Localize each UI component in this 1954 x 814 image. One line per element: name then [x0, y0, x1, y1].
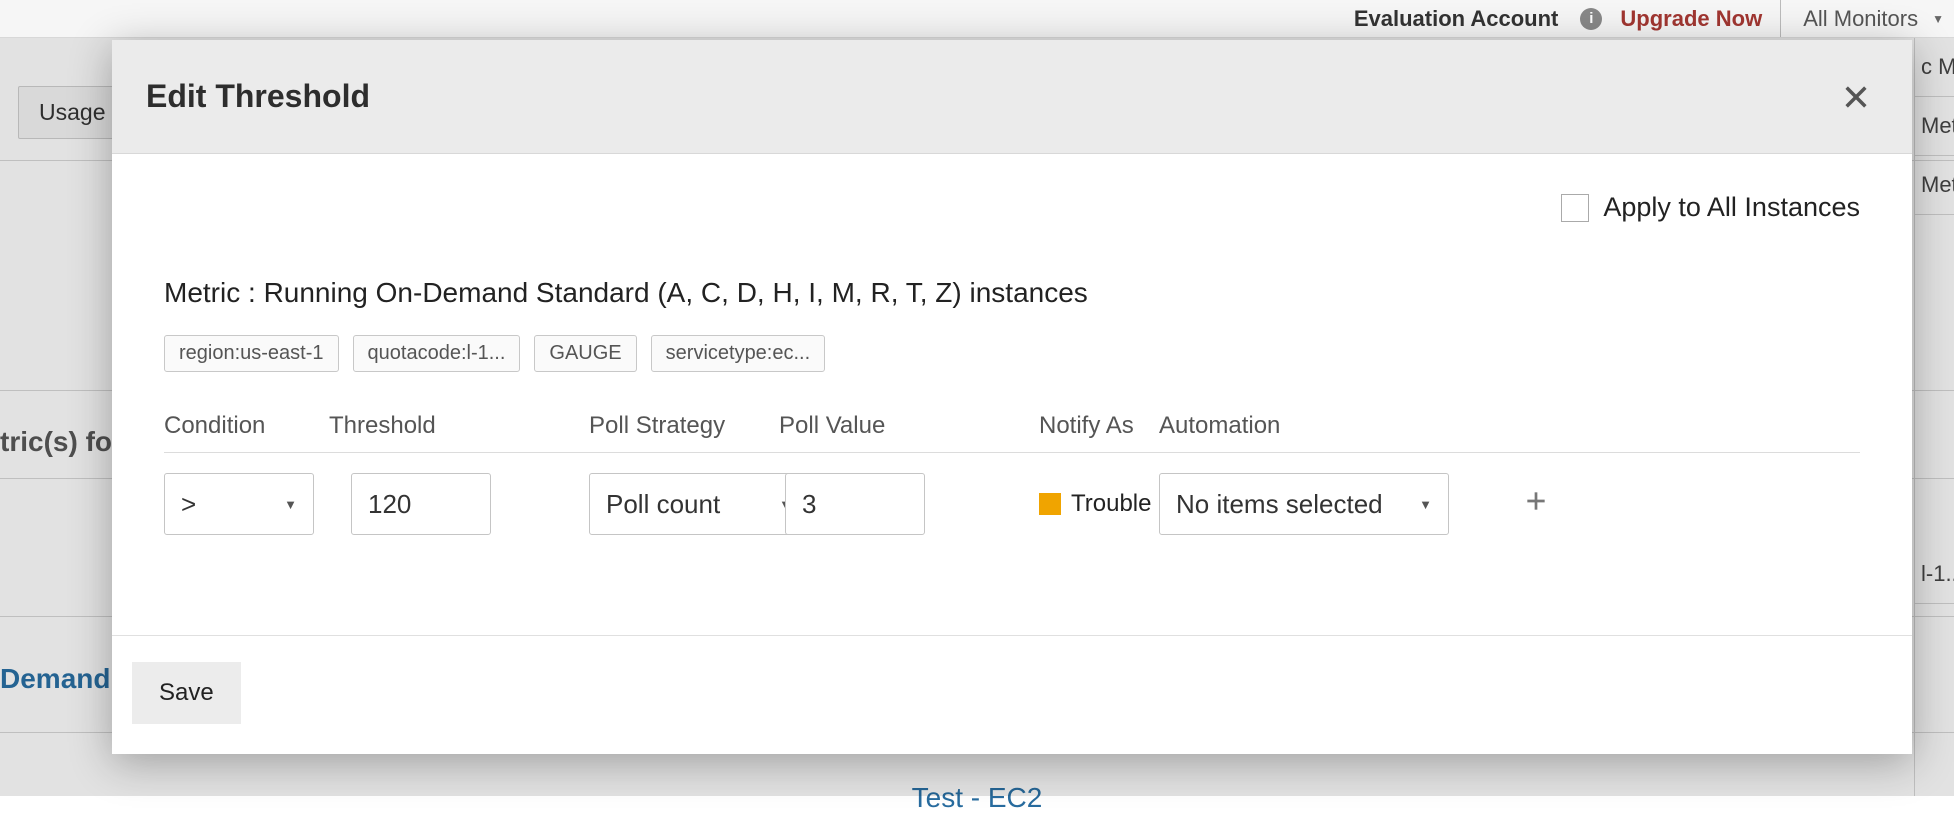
- metric-label-prefix: Metric :: [164, 277, 264, 308]
- tag-region[interactable]: region:us-east-1: [164, 335, 339, 372]
- right-item[interactable]: l-1...: [1915, 545, 1954, 604]
- apply-all-checkbox[interactable]: [1561, 194, 1589, 222]
- condition-select[interactable]: > ▼: [164, 473, 314, 535]
- close-button[interactable]: [1834, 75, 1878, 119]
- metric-title: Metric : Running On-Demand Standard (A, …: [164, 277, 1860, 309]
- chevron-down-icon: ▼: [284, 497, 297, 512]
- apply-all-label: Apply to All Instances: [1603, 192, 1860, 223]
- plus-icon: [1523, 488, 1549, 514]
- top-bar: Evaluation Account i Upgrade Now All Mon…: [0, 0, 1954, 38]
- right-item[interactable]: Met: [1915, 97, 1954, 156]
- tag-servicetype[interactable]: servicetype:ec...: [651, 335, 826, 372]
- save-button[interactable]: Save: [132, 662, 241, 724]
- modal-title: Edit Threshold: [146, 78, 370, 115]
- upgrade-link[interactable]: Upgrade Now: [1620, 6, 1762, 32]
- metric-tags: region:us-east-1 quotacode:l-1... GAUGE …: [164, 335, 1860, 372]
- usage-button[interactable]: Usage: [18, 86, 126, 139]
- threshold-input[interactable]: 120: [351, 473, 491, 535]
- threshold-row: > ▼ 120 Poll count ▼ 3 Trouble ▼ No items…: [164, 473, 1860, 535]
- tag-gauge[interactable]: GAUGE: [534, 335, 636, 372]
- poll-strategy-value: Poll count: [606, 489, 720, 520]
- modal-header: Edit Threshold: [112, 40, 1912, 154]
- chevron-down-icon: ▼: [1932, 12, 1944, 26]
- poll-strategy-select[interactable]: Poll count ▼: [589, 473, 809, 535]
- threshold-columns-header: Condition Threshold Poll Strategy Poll V…: [164, 412, 1860, 453]
- col-automation: Automation: [1159, 412, 1469, 440]
- bg-link-fragment[interactable]: Demand: [0, 663, 110, 695]
- monitors-label: All Monitors: [1803, 6, 1918, 32]
- threshold-value: 120: [368, 489, 411, 520]
- col-poll-strategy: Poll Strategy: [589, 412, 779, 440]
- status-color-swatch: [1039, 493, 1061, 515]
- eval-account-label: Evaluation Account: [1354, 6, 1559, 32]
- col-poll-value: Poll Value: [779, 412, 989, 440]
- automation-value: No items selected: [1176, 489, 1383, 520]
- bg-bottom-link[interactable]: Test - EC2: [912, 782, 1043, 814]
- notify-as-value: Trouble: [1071, 490, 1151, 518]
- apply-all-row: Apply to All Instances: [164, 192, 1860, 223]
- bg-text-fragment: tric(s) fo: [0, 426, 112, 458]
- right-item[interactable]: Met: [1915, 156, 1954, 215]
- condition-value: >: [181, 489, 196, 520]
- right-item[interactable]: c Mo: [1915, 38, 1954, 97]
- col-condition: Condition: [164, 412, 329, 440]
- chevron-down-icon: ▼: [1419, 497, 1432, 512]
- metric-name: Running On-Demand Standard (A, C, D, H, …: [264, 277, 1088, 308]
- automation-select[interactable]: No items selected ▼: [1159, 473, 1449, 535]
- col-threshold: Threshold: [329, 412, 529, 440]
- edit-threshold-modal: Edit Threshold Apply to All Instances Me…: [112, 40, 1912, 754]
- modal-body: Apply to All Instances Metric : Running …: [112, 154, 1912, 635]
- poll-value-input[interactable]: 3: [785, 473, 925, 535]
- modal-footer: Save: [112, 635, 1912, 754]
- tag-quotacode[interactable]: quotacode:l-1...: [353, 335, 521, 372]
- poll-value: 3: [802, 489, 816, 520]
- close-icon: [1842, 83, 1870, 111]
- monitors-dropdown[interactable]: All Monitors ▼: [1780, 0, 1944, 37]
- info-icon: i: [1580, 8, 1602, 30]
- add-row-button[interactable]: [1523, 488, 1549, 521]
- right-sidebar-fragment: c Mo Met Met l-1...: [1914, 38, 1954, 796]
